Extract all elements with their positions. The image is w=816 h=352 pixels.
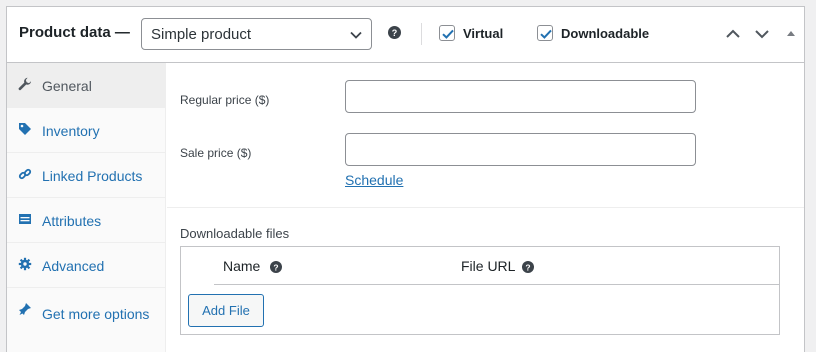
move-down-icon[interactable] bbox=[753, 25, 771, 43]
schedule-link[interactable]: Schedule bbox=[345, 172, 403, 188]
tab-advanced[interactable]: Advanced bbox=[7, 243, 166, 288]
svg-text:?: ? bbox=[392, 28, 398, 38]
downloadable-files-table: Name ? File URL ? Add File bbox=[180, 246, 780, 335]
column-name: Name bbox=[223, 258, 261, 274]
tab-label: Attributes bbox=[42, 213, 102, 229]
section-divider bbox=[167, 207, 804, 208]
tab-label: Inventory bbox=[42, 123, 100, 139]
sale-price-label: Sale price ($) bbox=[180, 146, 252, 160]
product-type-value: Simple product bbox=[151, 26, 252, 43]
help-icon[interactable]: ? bbox=[522, 261, 534, 273]
add-file-button[interactable]: Add File bbox=[188, 294, 264, 327]
sale-price-input[interactable] bbox=[345, 133, 696, 166]
wrench-icon bbox=[18, 77, 31, 91]
tab-get-more-options[interactable]: Get more options bbox=[7, 288, 166, 348]
gear-icon bbox=[18, 257, 32, 271]
svg-text:?: ? bbox=[273, 262, 278, 272]
svg-text:?: ? bbox=[525, 262, 530, 272]
downloadable-files-label: Downloadable files bbox=[180, 226, 290, 241]
product-data-tabs: General Inventory Linked Products Attrib… bbox=[7, 63, 166, 352]
move-up-icon[interactable] bbox=[724, 25, 742, 43]
virtual-checkbox[interactable] bbox=[439, 25, 455, 41]
tab-label: General bbox=[42, 78, 92, 94]
virtual-label[interactable]: Virtual bbox=[463, 26, 503, 41]
tab-label: Get more options bbox=[42, 306, 150, 322]
downloadable-label[interactable]: Downloadable bbox=[561, 26, 649, 41]
tab-inventory[interactable]: Inventory bbox=[7, 108, 166, 153]
product-type-select[interactable]: Simple product bbox=[141, 18, 372, 50]
general-panel: Regular price ($) Sale price ($) Schedul… bbox=[167, 63, 804, 352]
product-data-header: Product data — Simple product ? Virtual … bbox=[7, 7, 804, 63]
collapse-toggle-icon[interactable] bbox=[782, 25, 800, 43]
link-icon bbox=[18, 168, 32, 180]
regular-price-input[interactable] bbox=[345, 80, 696, 113]
tab-label: Linked Products bbox=[42, 168, 143, 184]
panel-title: Product data — bbox=[19, 24, 130, 41]
table-header: Name ? File URL ? bbox=[214, 247, 779, 285]
check-icon bbox=[540, 29, 552, 39]
table-icon bbox=[19, 214, 31, 224]
tab-attributes[interactable]: Attributes bbox=[7, 198, 166, 243]
downloadable-checkbox[interactable] bbox=[537, 25, 553, 41]
tag-icon bbox=[19, 123, 31, 135]
check-icon bbox=[442, 29, 454, 39]
tab-linked-products[interactable]: Linked Products bbox=[7, 153, 166, 198]
regular-price-label: Regular price ($) bbox=[180, 93, 270, 107]
tab-label: Advanced bbox=[42, 258, 105, 274]
column-file-url: File URL bbox=[461, 258, 516, 274]
product-data-panel: Product data — Simple product ? Virtual … bbox=[6, 6, 805, 352]
help-icon[interactable]: ? bbox=[388, 26, 401, 39]
help-icon[interactable]: ? bbox=[270, 261, 282, 273]
header-divider bbox=[421, 23, 422, 45]
chevron-down-icon bbox=[350, 31, 362, 39]
tab-general[interactable]: General bbox=[7, 63, 166, 108]
